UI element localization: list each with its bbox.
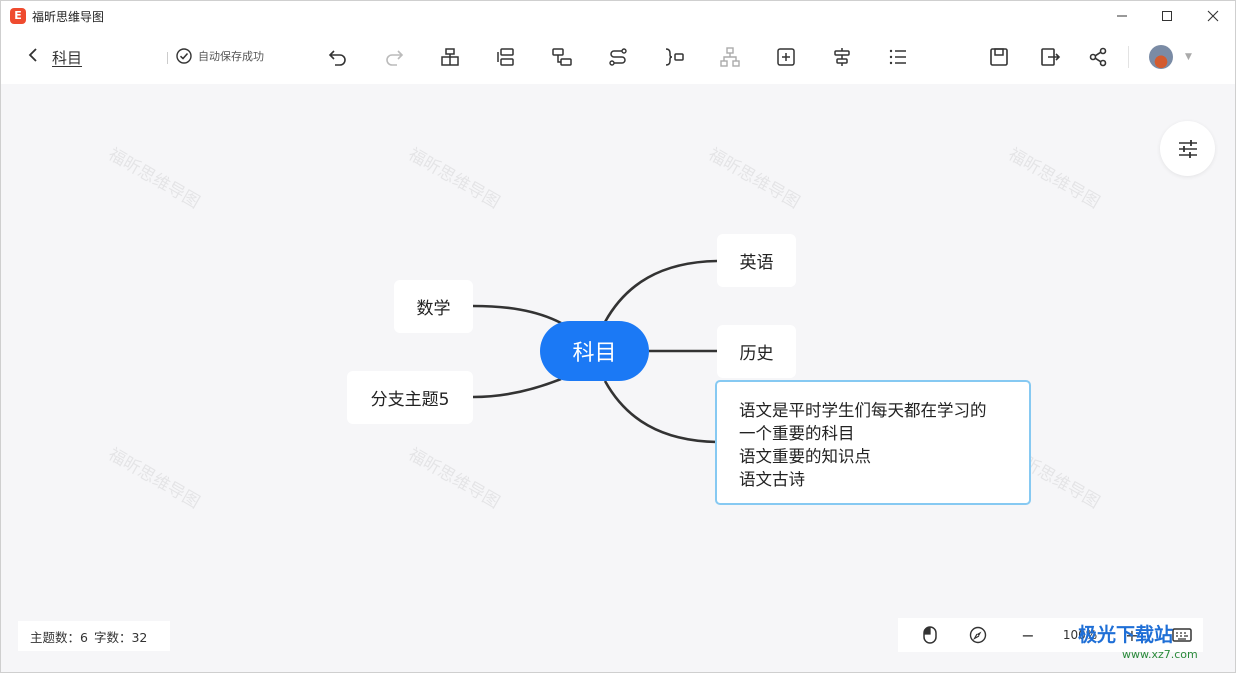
keyboard-shortcuts-button[interactable] (1170, 625, 1194, 645)
topic-history[interactable]: 历史 (717, 325, 796, 378)
save-status: 自动保存成功 (176, 48, 264, 64)
chevron-left-icon (28, 48, 37, 62)
maximize-button[interactable] (1144, 1, 1190, 31)
topic-branch-5[interactable]: 分支主题5 (347, 371, 473, 424)
compass-icon (969, 626, 987, 644)
insert-sibling-topic-button[interactable] (493, 44, 519, 70)
redo-icon (386, 50, 404, 66)
save-button[interactable] (986, 44, 1012, 70)
topic-count: 主题数：6 (30, 629, 88, 645)
topic-math[interactable]: 数学 (394, 280, 473, 333)
document-title[interactable]: 科目 (52, 47, 82, 68)
check-circle-icon (176, 48, 192, 64)
note-line: 语文重要的知识点 (739, 447, 871, 466)
undo-button[interactable] (325, 44, 351, 70)
close-button[interactable] (1190, 1, 1236, 31)
insert-button[interactable] (773, 44, 799, 70)
mouse-icon (923, 626, 937, 644)
toolbar-divider (1128, 46, 1129, 68)
char-count: 字数：32 (93, 629, 148, 645)
sliders-icon (1178, 139, 1197, 158)
app-logo-icon: E (10, 8, 26, 24)
title-bar: E 福昕思维导图 (0, 0, 1236, 30)
locate-button[interactable] (968, 625, 988, 645)
minimize-icon (1117, 15, 1127, 17)
note-line: 语文是平时学生们每天都在学习的 (739, 401, 987, 420)
export-icon (1041, 48, 1061, 66)
structure-button[interactable] (717, 44, 743, 70)
caret-down-icon[interactable]: ▼ (1185, 52, 1192, 62)
undo-icon (328, 50, 346, 66)
plus-square-icon (777, 48, 795, 66)
maximize-icon (1162, 11, 1172, 21)
toolbar: 科目 自动保存成功 ▼ (0, 30, 1236, 84)
share-button[interactable] (1085, 44, 1111, 70)
minus-icon: − (1021, 625, 1035, 645)
insert-parent-topic-button[interactable] (437, 44, 463, 70)
close-icon (1207, 10, 1219, 22)
zoom-out-button[interactable]: − (1018, 625, 1038, 645)
back-button[interactable] (27, 47, 39, 67)
keyboard-icon (1172, 628, 1192, 642)
user-avatar[interactable] (1149, 45, 1173, 69)
outline-view-button[interactable] (885, 44, 911, 70)
align-center-icon (834, 48, 850, 66)
summary-button[interactable] (661, 44, 687, 70)
redo-button[interactable] (381, 44, 407, 70)
document-stats: 主题数：6 字数：32 (18, 621, 170, 651)
list-icon (889, 49, 906, 65)
child-topic-icon (552, 48, 572, 66)
share-icon (1089, 47, 1107, 67)
parent-topic-icon (441, 48, 459, 66)
note-line: 语文古诗 (739, 470, 805, 489)
mouse-mode-button[interactable] (920, 625, 940, 645)
relationship-line-button[interactable] (605, 44, 631, 70)
org-chart-icon (720, 47, 740, 67)
floppy-disk-icon (990, 48, 1008, 66)
sibling-topic-icon (497, 48, 514, 66)
style-settings-button[interactable] (1160, 121, 1215, 176)
minimize-button[interactable] (1099, 1, 1145, 31)
mindmap-canvas[interactable]: 福昕思维导图 福昕思维导图 福昕思维导图 福昕思维导图 福昕思维导图 福昕思维导… (0, 84, 1236, 673)
topic-english[interactable]: 英语 (717, 234, 796, 287)
toolbar-divider (167, 52, 168, 64)
app-title: 福昕思维导图 (32, 10, 105, 24)
site-watermark-url: www.xz7.com (1122, 648, 1198, 661)
insert-child-topic-button[interactable] (549, 44, 575, 70)
topic-chinese-selected[interactable]: 语文是平时学生们每天都在学习的 一个重要的科目 语文重要的知识点 语文古诗 (715, 380, 1031, 505)
summary-bracket-icon (665, 48, 684, 66)
export-button[interactable] (1037, 44, 1063, 70)
note-line: 一个重要的科目 (739, 424, 855, 443)
relationship-icon (609, 48, 627, 66)
save-status-text: 自动保存成功 (198, 50, 264, 63)
root-topic[interactable]: 科目 (540, 321, 649, 381)
site-watermark-logo: 极光下载站 (1078, 624, 1174, 646)
align-button[interactable] (829, 44, 855, 70)
